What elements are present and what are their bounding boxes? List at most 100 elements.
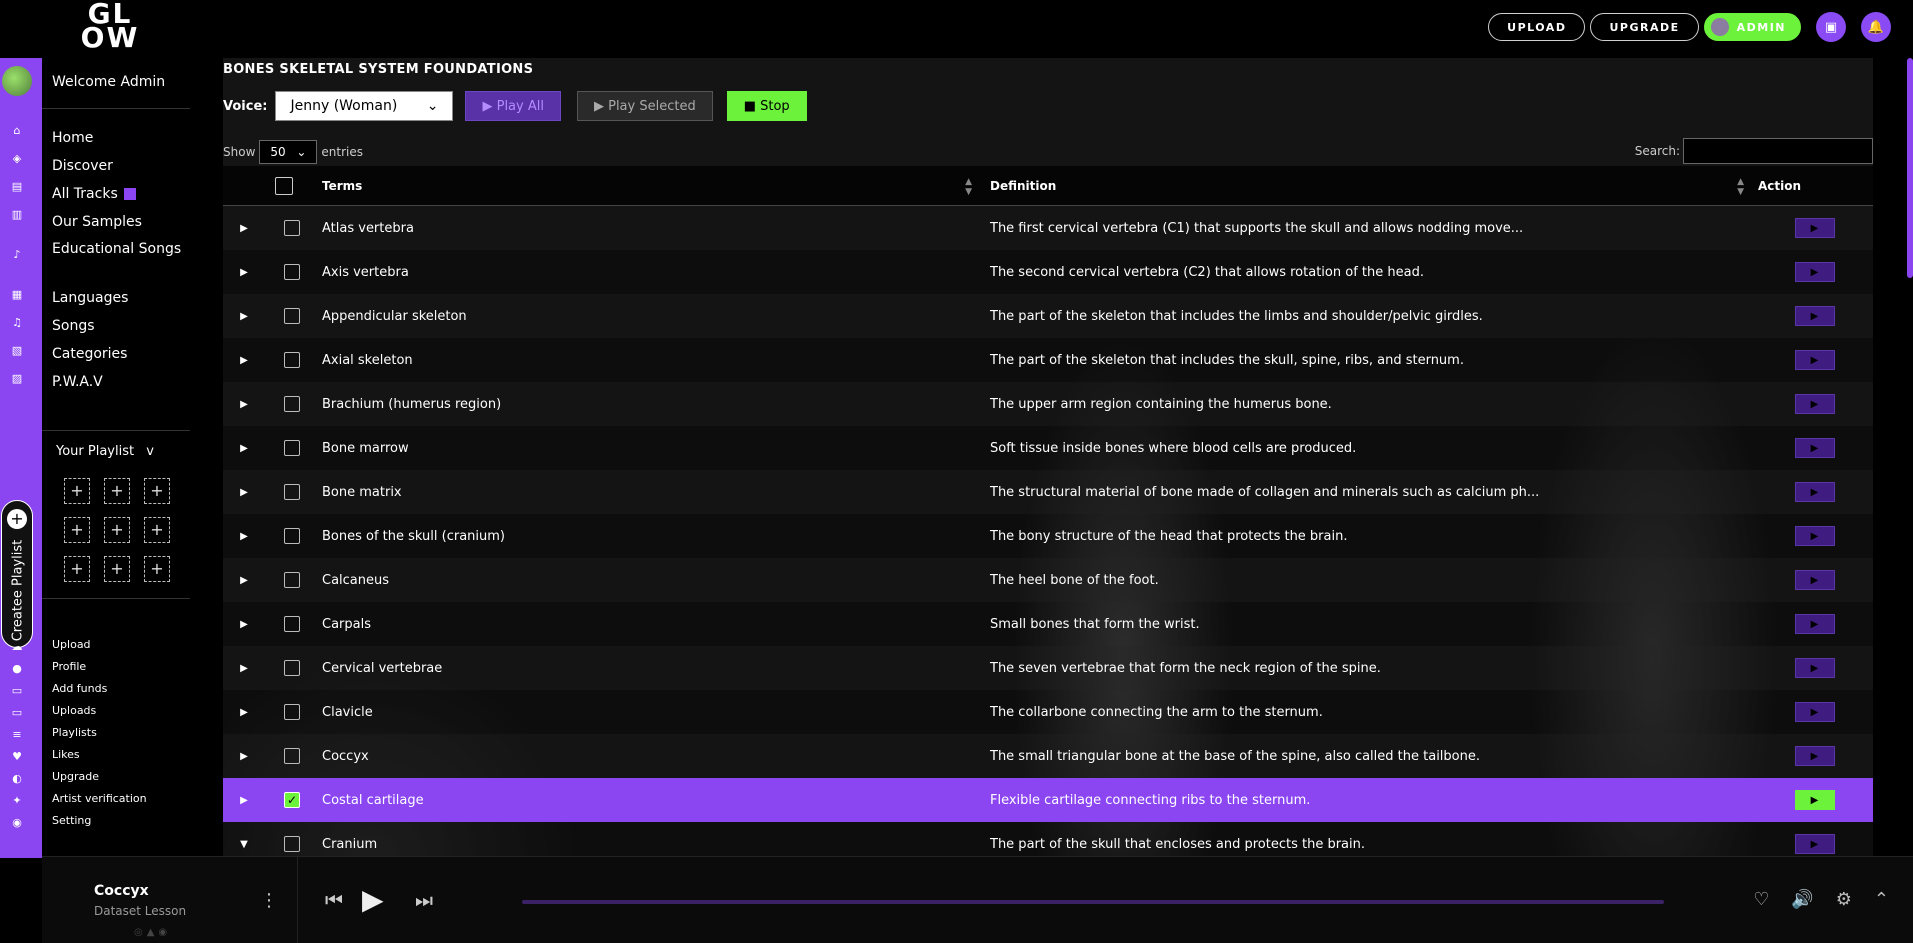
row-play-button[interactable]: ▶ bbox=[1794, 746, 1835, 766]
row-checkbox[interactable] bbox=[284, 352, 300, 368]
row-play-button[interactable]: ▶ bbox=[1794, 262, 1835, 282]
previous-track-icon[interactable]: ⏮ bbox=[325, 888, 343, 912]
next-track-icon[interactable]: ⏭ bbox=[415, 888, 433, 912]
upgrade-button[interactable]: UPGRADE bbox=[1590, 13, 1699, 41]
verification-icon[interactable]: ✦ bbox=[10, 794, 24, 808]
sidebar-item-playlists[interactable]: Playlists bbox=[52, 722, 147, 744]
table-row[interactable]: ▶ Bone matrix The structural material of… bbox=[223, 470, 1873, 514]
add-playlist-slot[interactable]: + bbox=[64, 556, 90, 582]
row-play-button[interactable]: ▶ bbox=[1794, 658, 1835, 678]
row-play-button[interactable]: ▶ bbox=[1794, 394, 1835, 414]
progress-bar[interactable] bbox=[522, 900, 1664, 904]
volume-icon[interactable]: 🔊 bbox=[1791, 889, 1813, 910]
expand-icon[interactable]: ▶ bbox=[223, 663, 265, 674]
settings-user-icon[interactable]: ◉ bbox=[10, 816, 24, 830]
table-row[interactable]: ▶ Clavicle The collarbone connecting the… bbox=[223, 690, 1873, 734]
expand-icon[interactable]: ▶ bbox=[223, 355, 265, 366]
sidebar-item-add-funds[interactable]: Add funds bbox=[52, 678, 147, 700]
sidebar-item-all-tracks[interactable]: All Tracks bbox=[52, 180, 182, 208]
admin-button[interactable]: ADMIN bbox=[1703, 13, 1801, 41]
definition-column-header[interactable]: Definition ▲ ▼ bbox=[984, 177, 1756, 197]
row-checkbox[interactable] bbox=[284, 836, 300, 852]
row-play-button[interactable]: ▶ bbox=[1794, 526, 1835, 546]
table-row-selected[interactable]: ▶ ✓ Costal cartilage Flexible cartilage … bbox=[223, 778, 1873, 822]
playlists-icon[interactable]: ≡ bbox=[10, 728, 24, 742]
expand-icon[interactable]: ▶ bbox=[223, 443, 265, 454]
expand-icon[interactable]: ▶ bbox=[223, 751, 265, 762]
add-playlist-slot[interactable]: + bbox=[64, 478, 90, 504]
add-playlist-slot[interactable]: + bbox=[64, 517, 90, 543]
add-playlist-slot[interactable]: + bbox=[144, 517, 170, 543]
row-play-button[interactable]: ▶ bbox=[1794, 350, 1835, 370]
terms-column-header[interactable]: Terms ▲ ▼ bbox=[319, 177, 984, 197]
row-play-button[interactable]: ▶ bbox=[1794, 570, 1835, 590]
page-scrollbar[interactable] bbox=[1907, 58, 1913, 278]
row-checkbox[interactable] bbox=[284, 308, 300, 324]
sidebar-item-home[interactable]: Home bbox=[52, 124, 182, 152]
expand-icon[interactable]: ▶ bbox=[223, 795, 265, 806]
table-row[interactable]: ▶ Bones of the skull (cranium) The bony … bbox=[223, 514, 1873, 558]
row-checkbox[interactable] bbox=[284, 440, 300, 456]
entries-select[interactable]: 50 ⌄ bbox=[259, 140, 318, 164]
sidebar-item-upload[interactable]: Upload bbox=[52, 634, 147, 656]
sidebar-item-setting[interactable]: Setting bbox=[52, 810, 147, 832]
play-all-button[interactable]: ▶ Play All bbox=[465, 91, 561, 121]
table-row[interactable]: ▶ Calcaneus The heel bone of the foot. ▶ bbox=[223, 558, 1873, 602]
upload-button[interactable]: UPLOAD bbox=[1488, 13, 1586, 41]
sidebar-item-likes[interactable]: Likes bbox=[52, 744, 147, 766]
sidebar-item-profile[interactable]: Profile bbox=[52, 656, 147, 678]
upgrade-icon[interactable]: ◐ bbox=[10, 772, 24, 786]
row-checkbox-checked[interactable]: ✓ bbox=[284, 792, 300, 808]
add-playlist-slot[interactable]: + bbox=[104, 556, 130, 582]
profile-icon[interactable]: ● bbox=[10, 662, 24, 676]
add-playlist-slot[interactable]: + bbox=[104, 478, 130, 504]
table-row[interactable]: ▶ Axial skeleton The part of the skeleto… bbox=[223, 338, 1873, 382]
stop-button[interactable]: ■ Stop bbox=[726, 91, 807, 121]
sidebar-item-artist-verification[interactable]: Artist verification bbox=[52, 788, 147, 810]
row-play-button[interactable]: ▶ bbox=[1794, 614, 1835, 634]
table-row[interactable]: ▼ Cranium The part of the skull that enc… bbox=[223, 822, 1873, 856]
sidebar-item-educational-songs[interactable]: Educational Songs bbox=[52, 236, 182, 284]
avatar[interactable] bbox=[2, 66, 32, 96]
sidebar-item-our-samples[interactable]: Our Samples bbox=[52, 208, 182, 236]
sidebar-item-languages[interactable]: Languages bbox=[52, 284, 182, 312]
row-checkbox[interactable] bbox=[284, 660, 300, 676]
add-playlist-slot[interactable]: + bbox=[144, 556, 170, 582]
add-playlist-slot[interactable]: + bbox=[144, 478, 170, 504]
funds-icon[interactable]: ▭ bbox=[10, 684, 24, 698]
row-play-button[interactable]: ▶ bbox=[1794, 702, 1835, 722]
heart-icon[interactable]: ♡ bbox=[1753, 889, 1769, 910]
row-checkbox[interactable] bbox=[284, 748, 300, 764]
upload-icon[interactable]: ☁ bbox=[10, 640, 24, 654]
expand-icon[interactable]: ▶ bbox=[223, 223, 265, 234]
discover-icon[interactable]: ◈ bbox=[10, 152, 24, 166]
sidebar-item-pwav[interactable]: P.W.A.V bbox=[52, 368, 182, 396]
row-checkbox[interactable] bbox=[284, 264, 300, 280]
more-options-icon[interactable]: ⋮ bbox=[260, 890, 278, 911]
glow-logo[interactable]: GL OW bbox=[70, 0, 150, 52]
row-checkbox[interactable] bbox=[284, 396, 300, 412]
expand-icon[interactable]: ▶ bbox=[223, 707, 265, 718]
expand-icon[interactable]: ▶ bbox=[223, 575, 265, 586]
sidebar-item-discover[interactable]: Discover bbox=[52, 152, 182, 180]
sidebar-item-upgrade[interactable]: Upgrade bbox=[52, 766, 147, 788]
chevron-up-icon[interactable]: ⌃ bbox=[1874, 889, 1889, 910]
row-checkbox[interactable] bbox=[284, 484, 300, 500]
voice-select[interactable]: Jenny (Woman) ⌄ bbox=[275, 91, 454, 121]
table-row[interactable]: ▶ Atlas vertebra The first cervical vert… bbox=[223, 206, 1873, 250]
languages-icon[interactable]: ▦ bbox=[10, 288, 24, 302]
table-row[interactable]: ▶ Coccyx The small triangular bone at th… bbox=[223, 734, 1873, 778]
table-row[interactable]: ▶ Axis vertebra The second cervical vert… bbox=[223, 250, 1873, 294]
expand-icon[interactable]: ▶ bbox=[223, 311, 265, 322]
table-row[interactable]: ▶ Carpals Small bones that form the wris… bbox=[223, 602, 1873, 646]
heart-icon[interactable]: ♥ bbox=[10, 750, 24, 764]
row-play-button[interactable]: ▶ bbox=[1794, 790, 1835, 810]
search-input[interactable] bbox=[1683, 138, 1873, 164]
row-checkbox[interactable] bbox=[284, 616, 300, 632]
row-play-button[interactable]: ▶ bbox=[1794, 218, 1835, 238]
collapse-icon[interactable]: ▼ bbox=[223, 839, 265, 850]
pwav-icon[interactable]: ▨ bbox=[10, 372, 24, 386]
table-row[interactable]: ▶ Brachium (humerus region) The upper ar… bbox=[223, 382, 1873, 426]
add-playlist-slot[interactable]: + bbox=[104, 517, 130, 543]
bell-icon[interactable]: 🔔 bbox=[1861, 12, 1891, 42]
